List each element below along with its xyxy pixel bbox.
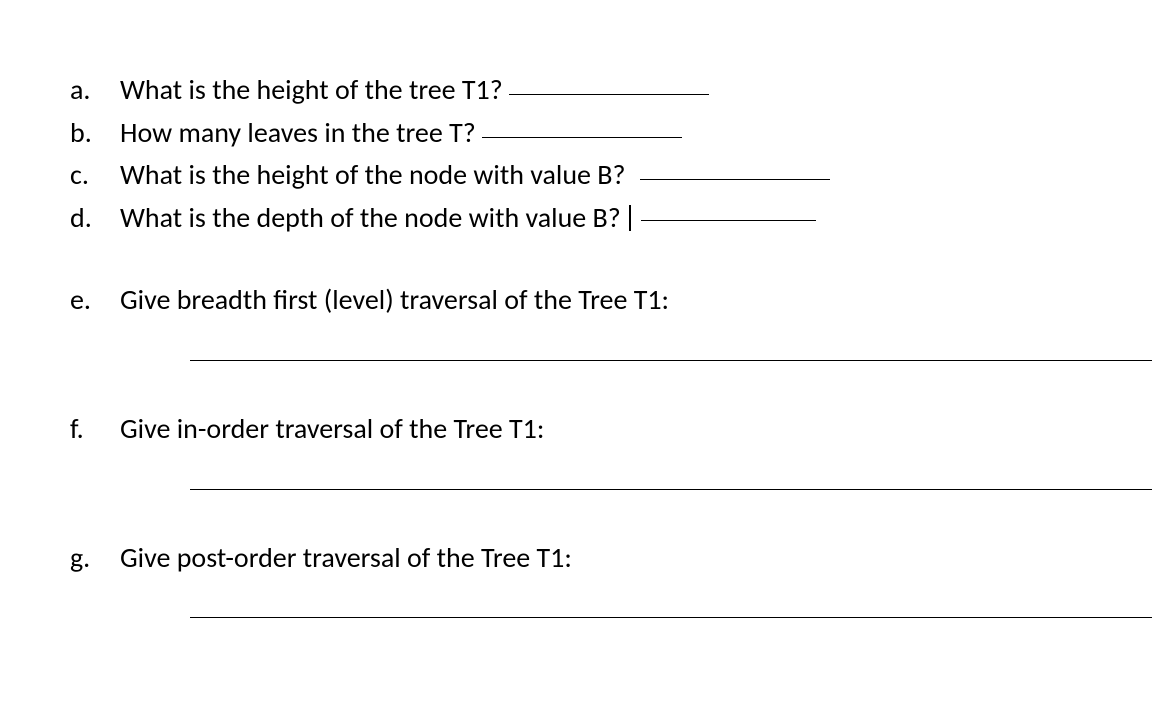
- text-e: Give breadth first (level) traversal of …: [120, 280, 669, 321]
- content-g: Give post-order traversal of the Tree T1…: [120, 538, 572, 579]
- label-e: e.: [70, 280, 120, 321]
- text-f: Give in-order traversal of the Tree T1:: [120, 409, 544, 450]
- question-c: c. What is the height of the node with v…: [70, 155, 1152, 196]
- answer-blank-f[interactable]: [190, 470, 1152, 490]
- text-a: What is the height of the tree T1?: [120, 70, 503, 111]
- content-c: What is the height of the node with valu…: [120, 155, 830, 196]
- answer-blank-d[interactable]: [641, 220, 816, 221]
- text-c: What is the height of the node with valu…: [120, 155, 626, 196]
- question-d: d. What is the depth of the node with va…: [70, 198, 1152, 239]
- answer-line-wrap-f: [190, 470, 1152, 490]
- answer-blank-c[interactable]: [640, 179, 830, 180]
- text-g: Give post-order traversal of the Tree T1…: [120, 538, 572, 579]
- content-d: What is the depth of the node with value…: [120, 198, 816, 239]
- label-f: f.: [70, 409, 120, 450]
- answer-blank-e[interactable]: [190, 341, 1152, 361]
- answer-line-wrap-g: [190, 598, 1152, 618]
- question-f: f. Give in-order traversal of the Tree T…: [70, 409, 1152, 450]
- answer-line-wrap-e: [190, 341, 1152, 361]
- content-b: How many leaves in the tree T?: [120, 113, 682, 154]
- content-a: What is the height of the tree T1?: [120, 70, 709, 111]
- content-f: Give in-order traversal of the Tree T1:: [120, 409, 544, 450]
- answer-blank-g[interactable]: [190, 598, 1152, 618]
- content-e: Give breadth first (level) traversal of …: [120, 280, 669, 321]
- divider-mark: [629, 205, 631, 231]
- label-a: a.: [70, 70, 120, 111]
- spacer-3: [70, 498, 1152, 538]
- text-b: How many leaves in the tree T?: [120, 113, 476, 154]
- spacer-2: [70, 369, 1152, 409]
- question-e: e. Give breadth first (level) traversal …: [70, 280, 1152, 321]
- answer-blank-a[interactable]: [509, 94, 709, 95]
- question-a: a. What is the height of the tree T1?: [70, 70, 1152, 111]
- answer-blank-b[interactable]: [482, 137, 682, 138]
- label-c: c.: [70, 155, 120, 196]
- label-g: g.: [70, 538, 120, 579]
- label-b: b.: [70, 113, 120, 154]
- label-d: d.: [70, 198, 120, 239]
- spacer-1: [70, 240, 1152, 280]
- text-d: What is the depth of the node with value…: [120, 198, 621, 239]
- question-g: g. Give post-order traversal of the Tree…: [70, 538, 1152, 579]
- question-b: b. How many leaves in the tree T?: [70, 113, 1152, 154]
